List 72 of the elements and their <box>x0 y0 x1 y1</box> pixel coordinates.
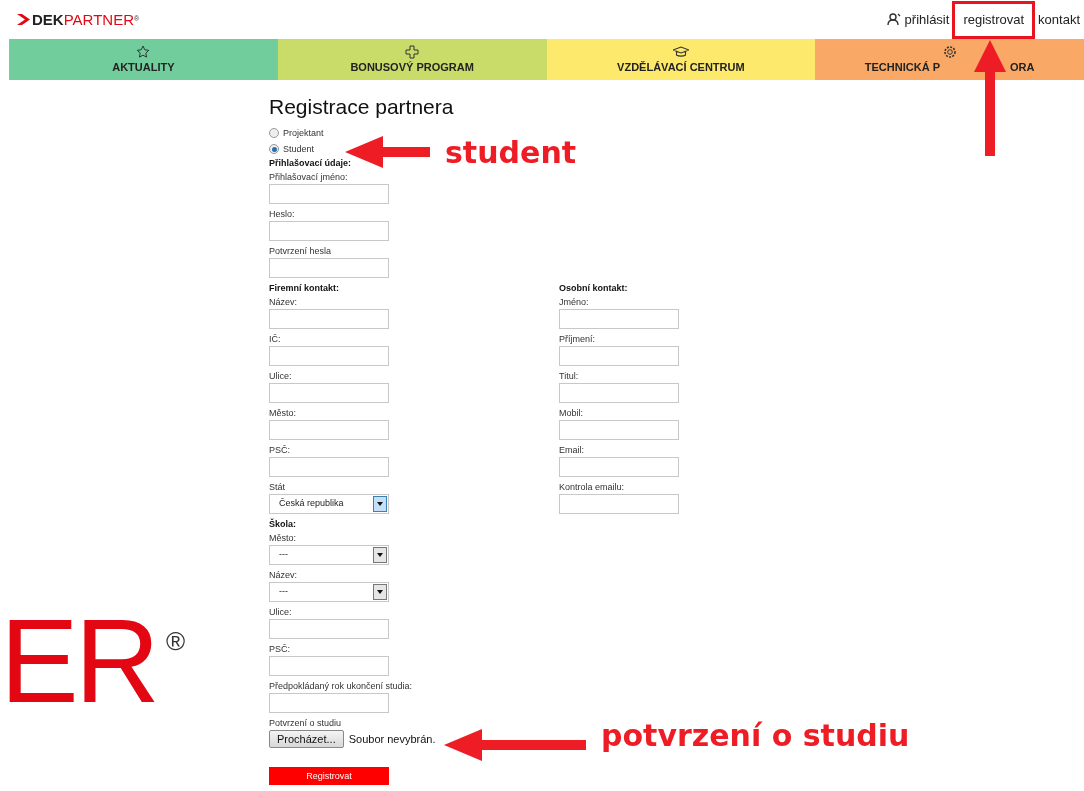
section-heading: Škola: <box>269 517 297 531</box>
register-button[interactable]: Registrovat <box>269 767 389 785</box>
field-label: Titul: <box>559 370 580 383</box>
input-field[interactable] <box>269 309 389 329</box>
field-label: Email: <box>559 444 585 457</box>
select-field[interactable]: Česká republika <box>269 494 389 514</box>
field-label: Název: <box>269 296 298 309</box>
nav-tab[interactable]: AKTUALITY <box>9 39 278 80</box>
field-label: Heslo: <box>269 208 296 221</box>
field-label: Název: <box>269 569 298 582</box>
input-field[interactable] <box>269 619 389 639</box>
input-field[interactable] <box>269 457 389 477</box>
callout-label: potvrzení o studiu <box>601 717 910 755</box>
nav-tab[interactable]: BONUSOVÝ PROGRAM <box>277 39 547 80</box>
input-field[interactable] <box>269 346 389 366</box>
star-icon <box>136 45 151 59</box>
input-field[interactable] <box>559 457 679 477</box>
field-label: Stát <box>269 481 286 494</box>
field-label: PSČ: <box>269 444 291 457</box>
nav-tab[interactable]: VZDĚLÁVACÍ CENTRUM <box>546 39 816 80</box>
section-heading: Přihlašovací údaje: <box>269 157 353 170</box>
select-field[interactable]: --- <box>269 545 389 565</box>
field-label: IČ: <box>269 333 282 346</box>
graduation-cap-icon <box>672 45 689 59</box>
field-label: Město: <box>269 532 297 545</box>
gear-icon <box>942 45 957 59</box>
input-field[interactable] <box>269 420 389 440</box>
field-label: Mobil: <box>559 407 584 420</box>
nav-label: TECHNICKÁ P <box>864 60 940 74</box>
input-field[interactable] <box>269 258 389 278</box>
field-label: Potvrzení hesla <box>269 245 333 258</box>
nav-label: ORA <box>1010 60 1035 74</box>
input-field[interactable] <box>269 184 389 204</box>
field-label: Potvrzení o studiu <box>269 717 343 730</box>
browse-button[interactable]: Procházet... <box>269 730 344 748</box>
header-link[interactable]: registrovat <box>955 3 1033 36</box>
header-link[interactable]: kontakt <box>1038 3 1080 36</box>
input-field[interactable] <box>559 420 679 440</box>
input-field[interactable] <box>559 383 679 403</box>
page-title: Registrace partnera <box>269 94 455 120</box>
field-label: Jméno: <box>559 296 590 309</box>
field-label: Město: <box>269 407 297 420</box>
input-field[interactable] <box>269 656 389 676</box>
radio-button[interactable] <box>269 128 279 138</box>
file-status: Soubor nevybrán. <box>348 732 436 746</box>
callout-label: student <box>445 134 577 172</box>
field-label: Příjmení: <box>559 333 596 346</box>
logo-icon <box>17 14 30 25</box>
input-field[interactable] <box>559 346 679 366</box>
plus-icon <box>405 45 420 59</box>
section-heading: Osobní kontakt: <box>559 282 629 295</box>
field-label: Ulice: <box>269 606 293 619</box>
field-label: Kontrola emailu: <box>559 481 626 494</box>
input-field[interactable] <box>559 309 679 329</box>
section-heading: Firemní kontakt: <box>269 282 340 295</box>
field-label: Ulice: <box>269 370 293 383</box>
nav-tab[interactable]: TECHNICKÁ P ORA <box>815 39 1084 80</box>
input-field[interactable] <box>269 383 389 403</box>
radio-label: Projektant <box>283 127 324 139</box>
registered-mark: ® <box>165 626 186 656</box>
radio-label: Student <box>283 143 315 155</box>
select-field[interactable]: --- <box>269 582 389 602</box>
input-field[interactable] <box>559 494 679 514</box>
input-field[interactable] <box>269 693 389 713</box>
user-icon <box>886 13 901 26</box>
input-field[interactable] <box>269 221 389 241</box>
login-link[interactable]: přihlásit <box>886 3 950 36</box>
field-label: PSČ: <box>269 643 291 656</box>
radio-button[interactable] <box>269 144 279 154</box>
field-label: Přihlašovací jméno: <box>269 171 349 184</box>
logo-letters: ER <box>0 606 156 716</box>
field-label: Předpokládaný rok ukončení studia: <box>269 680 414 693</box>
